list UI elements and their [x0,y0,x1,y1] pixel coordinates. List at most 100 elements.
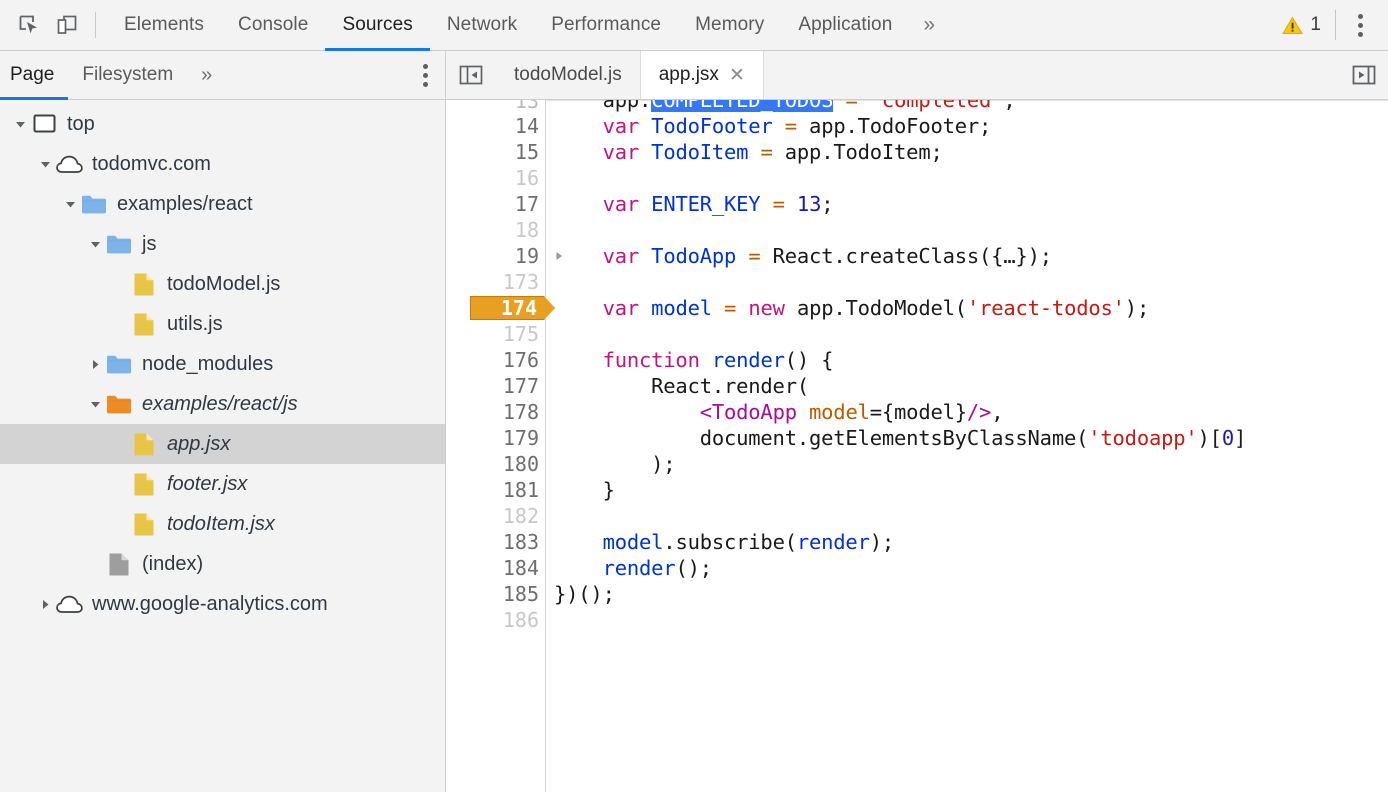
chevron-down-icon[interactable] [85,238,105,251]
nav-tab-filesystem[interactable]: Filesystem [68,51,187,99]
code-line[interactable]: document.getElementsByClassName('todoapp… [554,425,1388,451]
line-number[interactable]: 185 [446,581,545,607]
line-number[interactable]: 19 [446,243,545,269]
navigator-kebab-menu-icon[interactable] [405,51,445,99]
code-line[interactable]: ); [554,451,1388,477]
tab-sources[interactable]: Sources [325,0,429,51]
chevron-down-icon[interactable] [85,398,105,411]
code-line[interactable] [554,321,1388,347]
tree-item-www-google-analytics-com[interactable]: www.google-analytics.com [0,584,445,624]
tree-item-examples-react-js[interactable]: examples/react/js [0,384,445,424]
code-token [833,100,845,112]
chevron-right-icon[interactable] [35,598,55,611]
show-navigator-icon[interactable] [446,51,496,99]
line-number[interactable]: 181 [446,477,545,503]
tree-item-node-modules[interactable]: node_modules [0,344,445,384]
tree-item-todoitem-jsx[interactable]: todoItem.jsx [0,504,445,544]
code-line[interactable] [554,607,1388,633]
line-number-gutter[interactable]: 1314151617181917317417517617717817918018… [446,100,546,792]
line-number[interactable]: 183 [446,529,545,555]
line-number[interactable]: 186 [446,607,545,633]
tab-elements[interactable]: Elements [107,0,221,51]
code-line[interactable]: app.COMPLETED_TODOS = 'completed'; [554,100,1388,113]
code-token: var [603,192,639,216]
code-line[interactable]: var ENTER_KEY = 13; [554,191,1388,217]
code-line[interactable] [554,269,1388,295]
line-number[interactable]: 173 [446,269,545,295]
line-number-label: 175 [503,322,539,346]
editor-tab-appjsx[interactable]: app.jsx ✕ [641,51,764,99]
tree-item-utils-js[interactable]: utils.js [0,304,445,344]
tree-item-todomvc-com[interactable]: todomvc.com [0,144,445,184]
tab-label: Console [238,14,308,36]
chevron-down-icon[interactable] [60,198,80,211]
chevron-down-icon[interactable] [35,158,55,171]
code-line[interactable]: model.subscribe(render); [554,529,1388,555]
code-token [554,140,603,164]
line-number[interactable]: 14 [446,113,545,139]
nav-tab-page[interactable]: Page [0,51,68,99]
nav-more-tabs-chevron-icon[interactable]: » [187,51,226,99]
line-number[interactable]: 177 [446,373,545,399]
line-number[interactable]: 176 [446,347,545,373]
close-icon[interactable]: ✕ [729,66,745,85]
code-line[interactable] [554,217,1388,243]
line-number[interactable]: 15 [446,139,545,165]
line-number[interactable]: 13 [446,100,545,113]
breakpoint-line-number[interactable]: 174 [446,295,545,321]
code-line[interactable]: function render() { [554,347,1388,373]
tab-application[interactable]: Application [781,0,909,51]
chevron-down-icon[interactable] [10,118,30,131]
code-content[interactable]: app.COMPLETED_TODOS = 'completed'; var T… [546,100,1388,792]
tab-performance[interactable]: Performance [534,0,678,51]
line-number[interactable]: 180 [446,451,545,477]
tree-item-top[interactable]: top [0,104,445,144]
line-number[interactable]: 184 [446,555,545,581]
line-number[interactable]: 182 [446,503,545,529]
tree-item-todomodel-js[interactable]: todoModel.js [0,264,445,304]
more-tabs-chevron-icon[interactable]: » [909,0,949,51]
tab-console[interactable]: Console [221,0,325,51]
line-number-label: 186 [503,608,539,632]
code-line[interactable]: <TodoApp model={model}/>, [554,399,1388,425]
line-number[interactable]: 178 [446,399,545,425]
line-number[interactable]: 179 [446,425,545,451]
tree-item-examples-react[interactable]: examples/react [0,184,445,224]
code-token: app [603,100,639,112]
code-line[interactable]: var TodoApp = React.createClass({…}); [554,243,1388,269]
line-number[interactable]: 175 [446,321,545,347]
code-line[interactable]: React.render( [554,373,1388,399]
tree-item-js[interactable]: js [0,224,445,264]
show-debugger-icon[interactable] [1350,61,1378,89]
code-token: = [724,296,736,320]
code-line[interactable]: })(); [554,581,1388,607]
code-line[interactable] [554,503,1388,529]
line-number[interactable]: 17 [446,191,545,217]
code-line[interactable]: render(); [554,555,1388,581]
tree-item-footer-jsx[interactable]: footer.jsx [0,464,445,504]
code-line[interactable]: } [554,477,1388,503]
code-line[interactable]: var TodoItem = app.TodoItem; [554,139,1388,165]
devtools-body: Page Filesystem » toptodomvc.comexamples… [0,51,1388,792]
tree-item-index[interactable]: (index) [0,544,445,584]
code-editor[interactable]: 1314151617181917317417517617717817918018… [446,100,1388,792]
warning-badge[interactable]: 1 [1276,14,1331,36]
inspect-element-icon[interactable] [10,6,48,44]
tree-item-app-jsx[interactable]: app.jsx [0,424,445,464]
tab-network[interactable]: Network [430,0,534,51]
code-line[interactable]: var model = new app.TodoModel('react-tod… [554,295,1388,321]
chevron-right-icon[interactable] [85,358,105,371]
cloud-icon [55,595,83,614]
line-number-label: 179 [503,426,539,450]
code-line[interactable] [554,165,1388,191]
editor-tab-todomodel[interactable]: todoModel.js [496,51,641,99]
editor-panel: todoModel.js app.jsx ✕ [446,51,1388,792]
code-token: <TodoApp [700,400,797,424]
code-line[interactable]: var TodoFooter = app.TodoFooter; [554,113,1388,139]
line-number[interactable]: 18 [446,217,545,243]
kebab-menu-icon[interactable] [1342,6,1378,44]
tab-memory[interactable]: Memory [678,0,781,51]
device-toolbar-icon[interactable] [48,6,86,44]
line-number[interactable]: 16 [446,165,545,191]
line-number-label: 173 [503,270,539,294]
